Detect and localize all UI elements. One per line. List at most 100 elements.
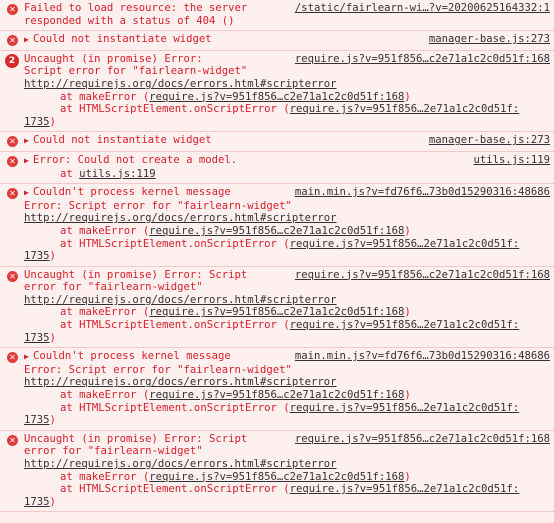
stack-source-link[interactable]: 1735 (24, 116, 50, 128)
message-header: Failed to load resource: the server /sta… (24, 2, 550, 15)
expand-caret-icon[interactable]: ▶ (24, 135, 33, 148)
docs-link[interactable]: http://requirejs.org/docs/errors.html#sc… (24, 212, 337, 224)
stack-frame-text: at makeError ( (60, 470, 150, 483)
docs-link[interactable]: http://requirejs.org/docs/errors.html#sc… (24, 458, 337, 470)
message-head-text: Uncaught (in promise) Error: (24, 52, 209, 65)
stack-source-link[interactable]: 1735 (24, 250, 50, 262)
message-line: 1735) (24, 116, 550, 129)
message-head-text: Error: Could not create a model. (33, 153, 238, 166)
stack-frame-text: at (60, 167, 80, 180)
stack-frame-suffix: ) (49, 414, 56, 427)
message-line: 1735) (24, 496, 550, 509)
message-line: Error: Script error for "fairlearn-widge… (24, 364, 550, 377)
stack-frame-text: at HTMLScriptElement.onScriptError ( (60, 237, 290, 250)
stack-source-link[interactable]: require.js?v=951f856…2e71a1c2c0d51f: (290, 238, 520, 250)
source-link[interactable]: utils.js:119 (473, 154, 550, 168)
source-link[interactable]: manager-base.js:273 (429, 134, 550, 148)
console-error-message: ✕ ▶ Couldn't process kernel message main.mi… (0, 184, 554, 267)
stack-frame: at HTMLScriptElement.onScriptError (requ… (24, 402, 550, 415)
message-line: Script error for "fairlearn-widget" (24, 65, 550, 78)
source-link[interactable]: require.js?v=951f856…c2e71a1c2c0d51f:168 (295, 53, 550, 66)
message-head-text: Failed to load resource: the server (24, 2, 254, 14)
stack-source-link[interactable]: require.js?v=951f856…c2e71a1c2c0d51f:168 (149, 306, 404, 318)
stack-source-link[interactable]: require.js?v=951f856…c2e71a1c2c0d51f:168 (149, 91, 404, 103)
stack-frame-suffix: ) (404, 470, 411, 483)
error-icon: ✕ (7, 4, 18, 15)
source-link[interactable]: require.js?v=951f856…c2e71a1c2c0d51f:168 (295, 269, 550, 282)
error-icon: ✕ (7, 188, 18, 200)
message-text: ▶ Could not instantiate widget (24, 134, 429, 148)
error-icon: ✕ (7, 35, 18, 47)
expand-caret-icon[interactable]: ▶ (24, 351, 33, 364)
message-line: responded with a status of 404 () (24, 15, 550, 28)
message-header: Uncaught (in promise) Error: require.js?… (24, 53, 550, 66)
console-error-message: ✕ Failed to load resource: the server /st… (0, 0, 554, 32)
stack-frame: at makeError (require.js?v=951f856…c2e71… (24, 471, 550, 484)
stack-source-link[interactable]: require.js?v=951f856…2e71a1c2c0d51f: (290, 103, 520, 115)
expand-caret-icon[interactable]: ▶ (24, 187, 33, 200)
stack-frame-text: at makeError ( (60, 306, 150, 319)
message-line-text: Script error for "fairlearn-widget" (24, 65, 248, 78)
source-link[interactable]: require.js?v=951f856…c2e71a1c2c0d51f:168 (295, 433, 550, 446)
console-error-message: ✕ ▶ Couldn't process kernel message main.mi… (0, 348, 554, 431)
docs-link[interactable]: http://requirejs.org/docs/errors.html#sc… (24, 294, 337, 306)
stack-frame: at makeError (require.js?v=951f856…c2e71… (24, 306, 550, 319)
stack-frame-text: at HTMLScriptElement.onScriptError ( (60, 103, 290, 116)
message-line-text: Error: Script error for "fairlearn-widge… (24, 199, 292, 212)
stack-source-link[interactable]: 1735 (24, 414, 50, 426)
message-line: http://requirejs.org/docs/errors.html#sc… (24, 78, 550, 91)
stack-source-link[interactable]: require.js?v=951f856…c2e71a1c2c0d51f:168 (149, 225, 404, 237)
stack-source-link[interactable]: 1735 (24, 332, 50, 344)
message-text: Uncaught (in promise) Error: (24, 53, 295, 66)
source-link[interactable]: /static/fairlearn-wi…?v=20200625164332:1 (295, 2, 550, 15)
stack-frame-suffix: ) (49, 331, 56, 344)
stack-source-link[interactable]: require.js?v=951f856…2e71a1c2c0d51f: (290, 483, 520, 495)
message-text: ▶ Couldn't process kernel message (24, 350, 295, 364)
message-line: 1735) (24, 250, 550, 263)
stack-source-link[interactable]: utils.js:119 (79, 168, 156, 180)
stack-source-link[interactable]: require.js?v=951f856…c2e71a1c2c0d51f:168 (149, 471, 404, 483)
error-icon: ✕ (7, 270, 18, 282)
message-line-text: error for "fairlearn-widget" (24, 445, 203, 458)
source-link[interactable]: main.min.js?v=fd76f6…73b0d15290316:48686 (295, 350, 550, 364)
docs-link[interactable]: http://requirejs.org/docs/errors.html#sc… (24, 78, 337, 90)
message-head-text: Couldn't process kernel message (33, 186, 231, 199)
stack-frame-text: at HTMLScriptElement.onScriptError ( (60, 319, 290, 332)
stack-frame: at HTMLScriptElement.onScriptError (requ… (24, 103, 550, 116)
message-line: 1735) (24, 332, 550, 345)
stack-frame-suffix: ) (404, 306, 411, 319)
console-error-message: ✕ ▶ Could not instantiate widget manager-ba… (0, 132, 554, 152)
stack-frame-suffix: ) (49, 495, 56, 508)
expand-caret-icon[interactable]: ▶ (24, 34, 33, 47)
message-head-text: Could not instantiate widget (33, 134, 212, 147)
stack-source-link[interactable]: require.js?v=951f856…2e71a1c2c0d51f: (290, 402, 520, 414)
message-header: ▶ Could not instantiate widget manager-bas… (24, 33, 550, 47)
stack-frame: at HTMLScriptElement.onScriptError (requ… (24, 319, 550, 332)
message-line-text: Error: Script error for "fairlearn-widge… (24, 363, 292, 376)
message-line: http://requirejs.org/docs/errors.html#sc… (24, 458, 550, 471)
error-icon: ✕ (7, 434, 18, 446)
stack-source-link[interactable]: require.js?v=951f856…c2e71a1c2c0d51f:168 (149, 389, 404, 401)
expand-caret-icon[interactable]: ▶ (24, 155, 33, 168)
stack-frame: at makeError (require.js?v=951f856…c2e71… (24, 389, 550, 402)
message-line: http://requirejs.org/docs/errors.html#sc… (24, 212, 550, 225)
message-line: http://requirejs.org/docs/errors.html#sc… (24, 376, 550, 389)
message-text: ▶ Couldn't process kernel message (24, 186, 295, 200)
message-text: Uncaught (in promise) Error: Script (24, 433, 295, 446)
stack-frame-text: at makeError ( (60, 389, 150, 402)
error-icon: ✕ (7, 352, 18, 364)
message-line-text: error for "fairlearn-widget" (24, 281, 203, 294)
stack-frame-text: at makeError ( (60, 90, 150, 103)
docs-link[interactable]: http://requirejs.org/docs/errors.html#sc… (24, 376, 337, 388)
source-link[interactable]: main.min.js?v=fd76f6…73b0d15290316:48686 (295, 186, 550, 200)
stack-source-link[interactable]: 1735 (24, 496, 50, 508)
message-header: ▶ Couldn't process kernel message main.min… (24, 350, 550, 364)
message-text: Failed to load resource: the server (24, 2, 295, 15)
source-link[interactable]: manager-base.js:273 (429, 33, 550, 47)
stack-source-link[interactable]: require.js?v=951f856…2e71a1c2c0d51f: (290, 319, 520, 331)
message-line: http://requirejs.org/docs/errors.html#sc… (24, 294, 550, 307)
console-error-message: ✕ Uncaught (in promise) Error: Script req… (0, 267, 554, 349)
console-error-message: ✕ ▶ Could not instantiate widget manager-ba… (0, 31, 554, 51)
stack-frame-suffix: ) (404, 224, 411, 237)
console-error-message: ✕ Uncaught (in promise) Error: Script req… (0, 431, 554, 513)
